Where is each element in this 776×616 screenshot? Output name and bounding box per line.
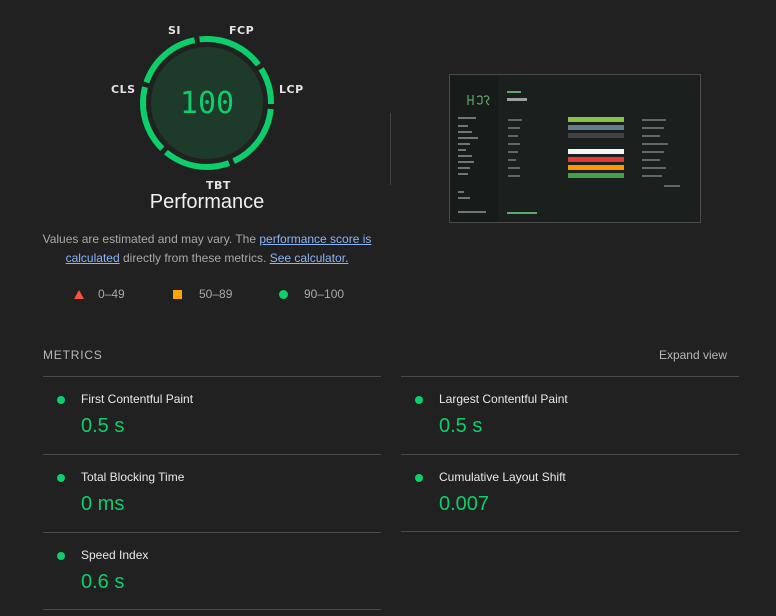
pass-circle-icon xyxy=(57,396,65,404)
metric-title: Speed Index xyxy=(81,548,149,562)
square-icon xyxy=(173,289,182,299)
metric-divider xyxy=(43,609,381,610)
legend-fail-label: 0–49 xyxy=(98,287,125,301)
metric-value: 0 ms xyxy=(81,493,125,515)
score-description: Values are estimated and may vary. The p… xyxy=(40,230,374,268)
pass-circle-icon xyxy=(415,474,423,482)
description-text: Values are estimated and may vary. The xyxy=(42,232,260,246)
gauge-label-cls: CLS xyxy=(111,83,136,96)
gauge-label-fcp: FCP xyxy=(229,24,255,37)
metric-value: 0.5 s xyxy=(81,415,125,437)
metric-total-blocking-time: Total Blocking Time 0 ms xyxy=(43,454,381,532)
metric-value: 0.5 s xyxy=(439,415,483,437)
performance-score: 100 xyxy=(179,86,235,121)
metric-speed-index: Speed Index 0.6 s xyxy=(43,532,381,610)
gauge-label-si: SI xyxy=(168,24,182,37)
pass-circle-icon xyxy=(57,474,65,482)
see-calculator-link[interactable]: See calculator. xyxy=(270,251,349,265)
metric-divider xyxy=(401,531,739,532)
vertical-divider xyxy=(390,113,391,185)
pass-circle-icon xyxy=(415,396,423,404)
legend-pass-label: 90–100 xyxy=(304,287,345,301)
metric-title: Total Blocking Time xyxy=(81,470,185,484)
legend-average-label: 50–89 xyxy=(199,287,233,301)
performance-gauge: 100 SI FCP LCP TBT CLS xyxy=(107,18,307,218)
circle-icon xyxy=(279,289,288,299)
pass-circle-icon xyxy=(57,552,65,560)
triangle-icon xyxy=(74,289,84,299)
performance-title: Performance xyxy=(149,191,265,213)
metric-value: 0.6 s xyxy=(81,571,125,593)
legend-fail: 0–49 xyxy=(74,287,125,301)
metric-first-contentful-paint: First Contentful Paint 0.5 s xyxy=(43,376,381,454)
page-preview-image xyxy=(450,75,700,222)
metric-title: Cumulative Layout Shift xyxy=(439,470,566,484)
metric-title: First Contentful Paint xyxy=(81,392,194,406)
legend-pass: 90–100 xyxy=(279,287,344,301)
gauge-label-lcp: LCP xyxy=(279,83,304,96)
metric-cumulative-layout-shift: Cumulative Layout Shift 0.007 xyxy=(401,454,739,532)
metrics-heading: METRICS xyxy=(43,348,103,362)
metric-largest-contentful-paint: Largest Contentful Paint 0.5 s xyxy=(401,376,739,454)
legend-average: 50–89 xyxy=(173,287,232,301)
description-text-2: directly from these metrics. xyxy=(119,251,270,265)
metric-title: Largest Contentful Paint xyxy=(439,392,568,406)
expand-view-toggle[interactable]: Expand view xyxy=(659,348,727,362)
final-screenshot-thumbnail[interactable] xyxy=(449,74,701,223)
metric-value: 0.007 xyxy=(439,493,490,515)
